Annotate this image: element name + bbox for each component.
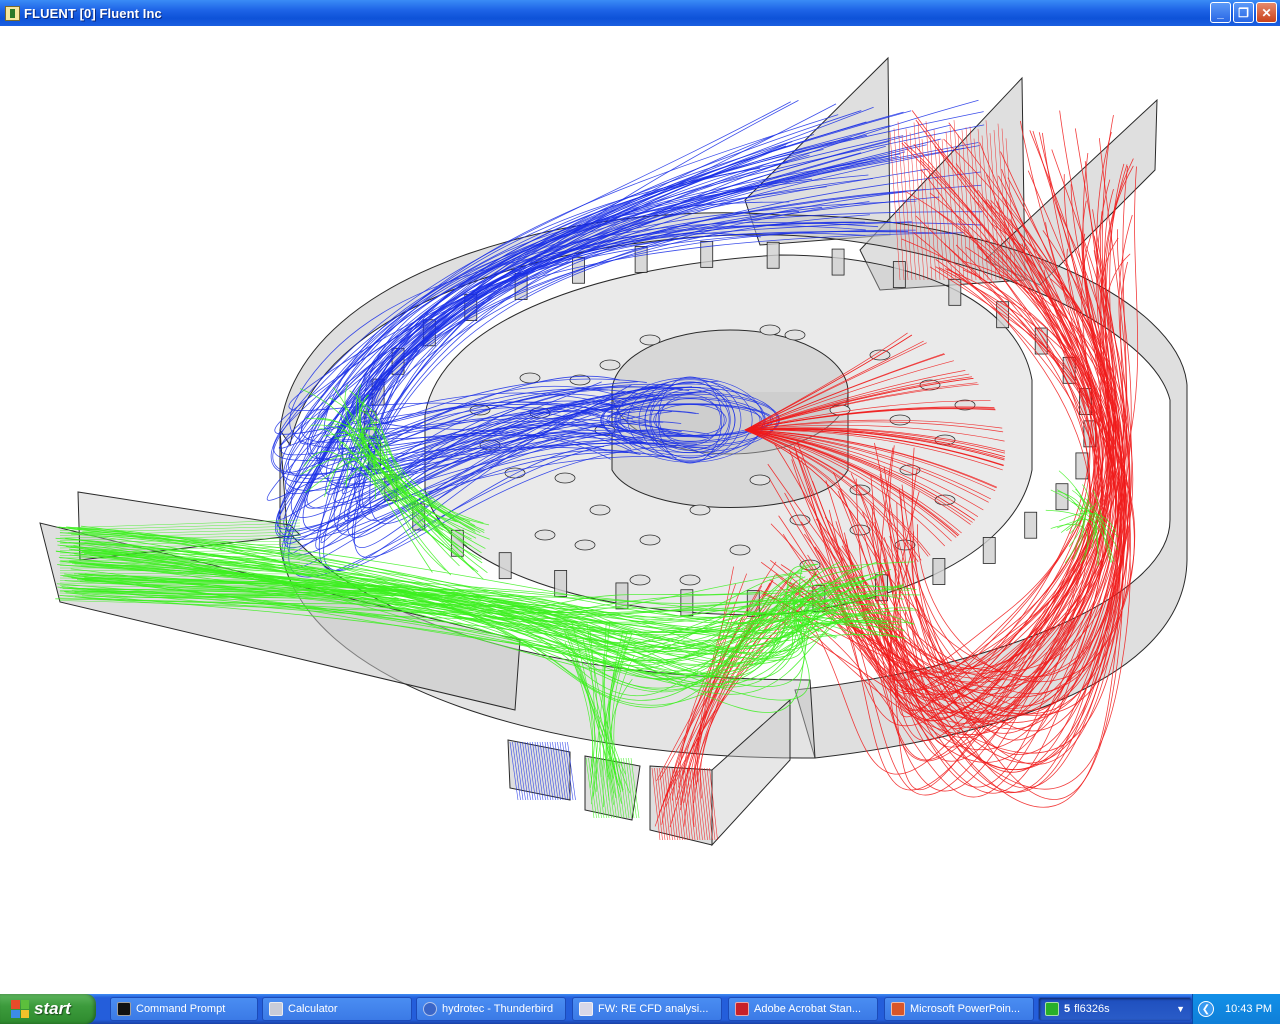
plate-hole xyxy=(689,504,711,516)
baffle-post xyxy=(982,537,996,564)
windows-logo-icon xyxy=(11,1000,29,1018)
taskbar-button-calculator[interactable]: Calculator xyxy=(262,997,412,1021)
plate-hole xyxy=(849,524,871,536)
baffle-post xyxy=(932,558,946,585)
plate-hole xyxy=(534,529,556,541)
maximize-button[interactable]: ❐ xyxy=(1233,2,1254,23)
start-label: start xyxy=(34,999,71,1018)
taskbar-group-count: 5 xyxy=(1064,1003,1071,1015)
fluent-icon xyxy=(1045,1002,1059,1016)
taskbar-button-label: Calculator xyxy=(288,1003,338,1015)
plate-hole xyxy=(759,324,781,336)
chevron-down-icon: ▼ xyxy=(1176,1004,1185,1014)
taskbar-button-email[interactable]: FW: RE CFD analysi... xyxy=(572,997,722,1021)
baffle-post xyxy=(700,240,714,268)
tray-clock[interactable]: 10:43 PM xyxy=(1225,1003,1272,1015)
start-button[interactable]: start xyxy=(0,994,96,1024)
baffle-post xyxy=(831,248,845,276)
taskbar-button-label: Adobe Acrobat Stan... xyxy=(754,1003,862,1015)
thunderbird-icon xyxy=(423,1002,437,1016)
fluent-app-icon[interactable] xyxy=(5,5,20,21)
system-tray: ❮ 10:43 PM xyxy=(1192,994,1280,1024)
cmd-icon xyxy=(117,1002,131,1016)
streamline-render xyxy=(39,56,1188,847)
powerpoint-icon xyxy=(891,1002,905,1016)
baffle-post xyxy=(948,278,962,306)
plate-hole xyxy=(749,474,771,486)
plate-hole xyxy=(729,544,751,556)
plate-hole xyxy=(589,504,611,516)
taskbar-group-fluent[interactable]: 5 fl6326s ▼ xyxy=(1038,997,1192,1021)
taskbar-button-powerpoint[interactable]: Microsoft PowerPoin... xyxy=(884,997,1034,1021)
baffle-post xyxy=(1024,511,1038,539)
taskbar-button-label: fl6326s xyxy=(1074,1003,1110,1015)
tray-expand-chevron-icon[interactable]: ❮ xyxy=(1198,1001,1214,1017)
close-button[interactable]: ✕ xyxy=(1256,2,1277,23)
plate-hole xyxy=(784,329,806,341)
mail-icon xyxy=(579,1002,593,1016)
plate-hole xyxy=(639,334,661,346)
baffle-post xyxy=(766,241,780,269)
geometry xyxy=(39,56,1188,847)
baffle-post xyxy=(1055,483,1069,511)
window-controls: _ ❐ ✕ xyxy=(1210,2,1277,23)
taskbar-button-label: Microsoft PowerPoin... xyxy=(910,1003,1021,1015)
calculator-icon xyxy=(269,1002,283,1016)
taskbar-button-command-prompt[interactable]: Command Prompt xyxy=(110,997,258,1021)
window-title: FLUENT [0] Fluent Inc xyxy=(24,5,162,21)
baffle-post xyxy=(498,552,512,580)
taskbar-button-label: Command Prompt xyxy=(136,1003,226,1015)
acrobat-icon xyxy=(735,1002,749,1016)
taskbar-button-label: FW: RE CFD analysi... xyxy=(598,1003,709,1015)
taskbar: start Command Prompt Calculator hydrotec… xyxy=(0,994,1280,1024)
window-titlebar[interactable]: FLUENT [0] Fluent Inc _ ❐ ✕ xyxy=(0,0,1280,26)
graphics-viewport[interactable] xyxy=(0,26,1280,994)
plate-hole xyxy=(679,574,701,586)
taskbar-button-thunderbird[interactable]: hydrotec - Thunderbird xyxy=(416,997,566,1021)
plate-hole xyxy=(629,574,651,586)
taskbar-button-acrobat[interactable]: Adobe Acrobat Stan... xyxy=(728,997,878,1021)
taskbar-button-label: hydrotec - Thunderbird xyxy=(442,1003,554,1015)
plate-hole xyxy=(519,372,541,384)
minimize-button[interactable]: _ xyxy=(1210,2,1231,23)
plate-hole xyxy=(599,359,621,371)
plate-hole xyxy=(554,472,576,484)
plate-hole xyxy=(574,539,596,551)
plate-hole xyxy=(639,534,661,546)
